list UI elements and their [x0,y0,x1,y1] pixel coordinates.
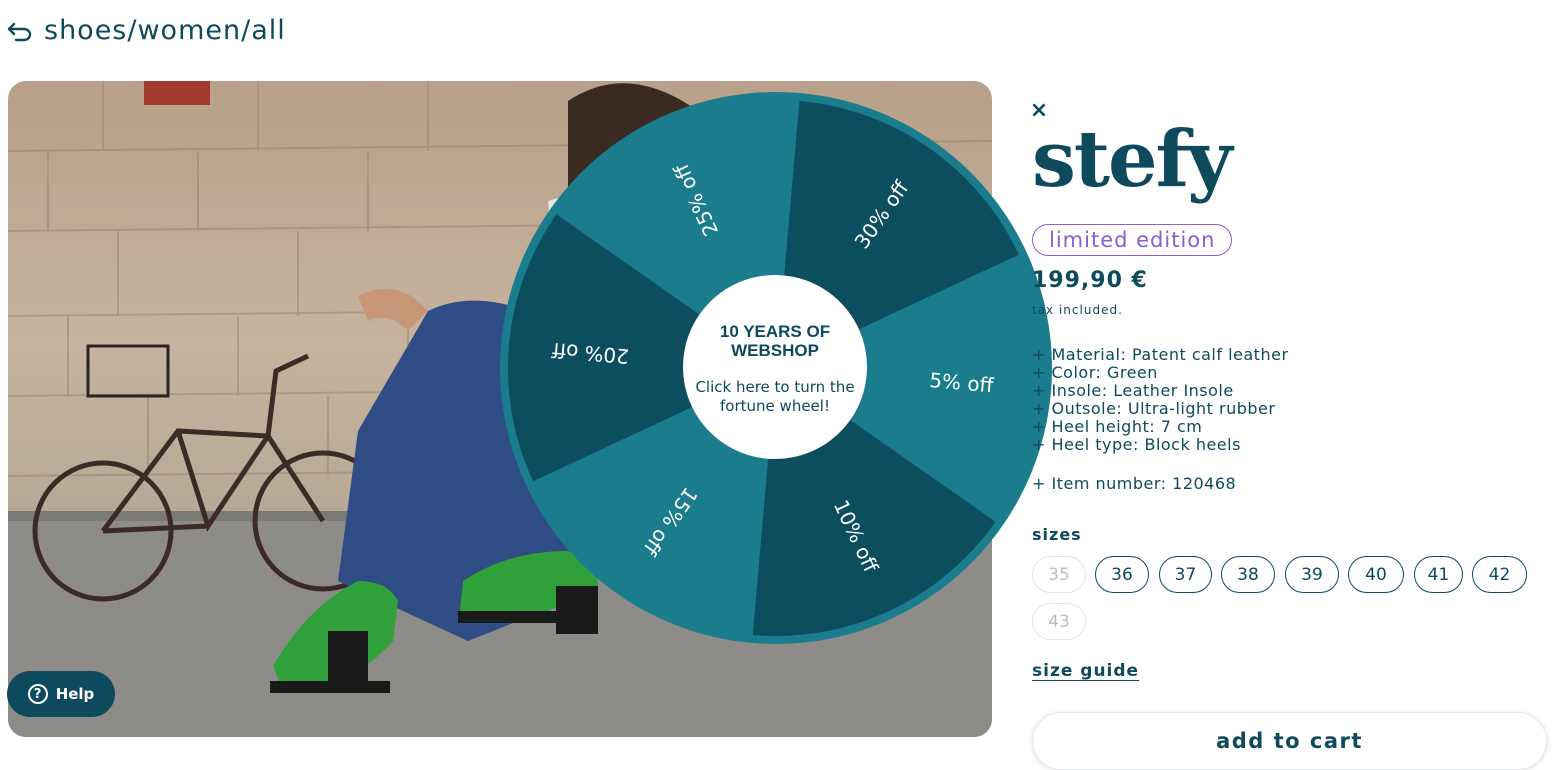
item-number: + Item number: 120468 [1032,474,1237,493]
size-39[interactable]: 39 [1285,556,1339,593]
size-37[interactable]: 37 [1159,556,1212,593]
feature-list: + Material: Patent calf leather + Color:… [1032,346,1289,454]
wheel-spin-button[interactable]: 10 YEARS OF WEBSHOP Click here to turn t… [683,275,867,459]
product-title: stefy [1032,114,1232,205]
back-arrow-icon[interactable] [6,18,34,42]
add-to-cart-button[interactable]: add to cart [1032,712,1547,770]
size-43: 43 [1032,603,1086,640]
limited-edition-badge: limited edition [1032,224,1233,256]
size-35: 35 [1032,556,1086,593]
help-icon: ? [27,684,48,704]
size-guide-link[interactable]: size guide [1032,661,1139,681]
feature-item: + Heel type: Block heels [1032,435,1241,454]
size-40[interactable]: 40 [1348,556,1404,593]
tax-note: tax included. [1032,303,1123,317]
wheel-cta: Click here to turn the fortune wheel! [695,378,855,415]
size-38[interactable]: 38 [1221,556,1275,593]
size-41[interactable]: 41 [1414,556,1463,593]
help-label: Help [55,685,95,703]
feature-item: + Material: Patent calf leather [1032,345,1289,364]
feature-item: + Insole: Leather Insole [1032,381,1234,400]
size-42[interactable]: 42 [1472,556,1527,593]
breadcrumb-path[interactable]: shoes/women/all [44,15,286,46]
feature-item: + Heel height: 7 cm [1032,417,1203,436]
help-button[interactable]: ? Help [7,671,115,717]
feature-item: + Color: Green [1032,363,1158,382]
breadcrumb[interactable]: shoes/women/all [6,12,286,48]
product-price: 199,90 € [1032,268,1148,293]
feature-item: + Outsole: Ultra-light rubber [1032,399,1276,418]
size-36[interactable]: 36 [1095,556,1149,593]
wheel-title: 10 YEARS OF WEBSHOP [719,322,831,360]
sizes-label: sizes [1032,525,1082,544]
